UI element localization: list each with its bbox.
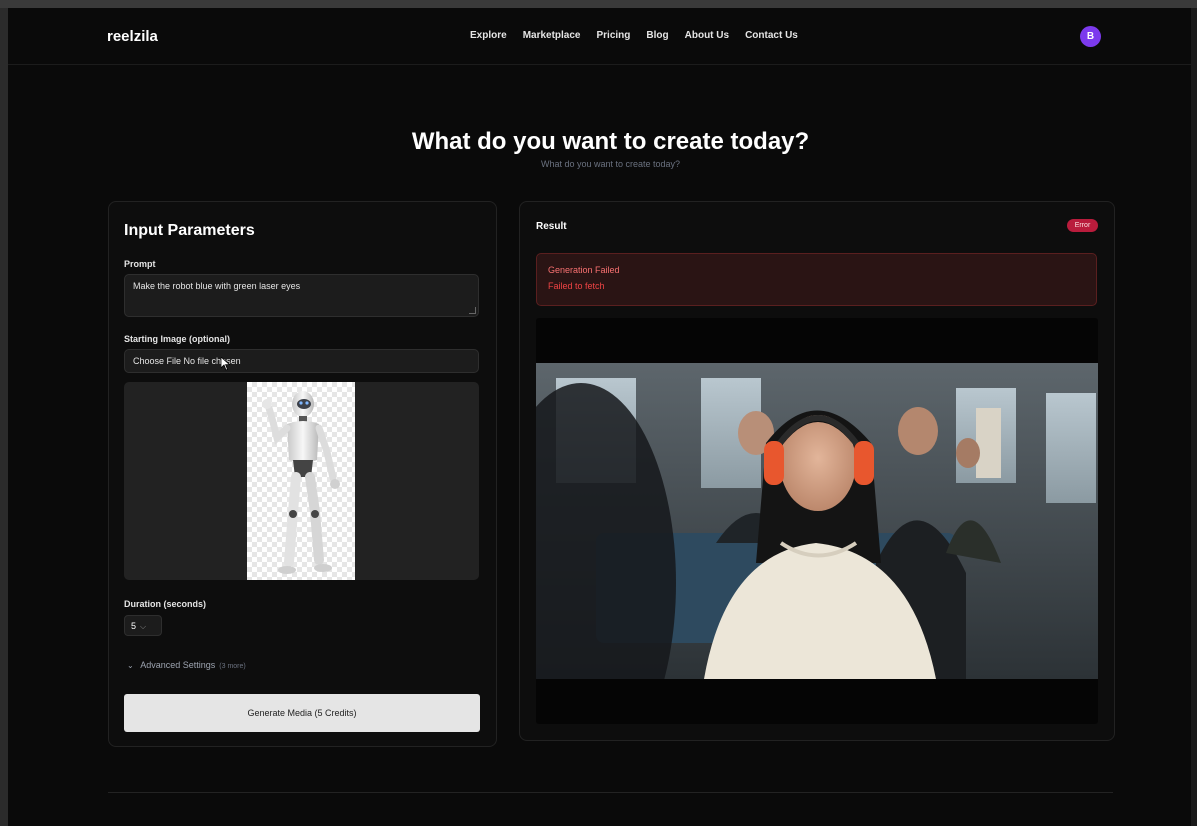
panel-title: Input Parameters bbox=[124, 222, 255, 239]
nav-blog[interactable]: Blog bbox=[646, 30, 668, 41]
page-title: What do you want to create today? bbox=[411, 128, 810, 155]
advanced-settings-label: Advanced Settings bbox=[140, 660, 216, 670]
nav-explore[interactable]: Explore bbox=[470, 30, 507, 41]
starting-image-label: Starting Image (optional) bbox=[124, 334, 231, 344]
duration-label: Duration (seconds) bbox=[124, 599, 207, 609]
result-panel: Result Error Generation Failed Failed to… bbox=[519, 201, 1115, 741]
duration-select[interactable]: 5 ⌵ bbox=[124, 615, 162, 636]
user-avatar[interactable]: B bbox=[1080, 26, 1101, 47]
mouse-cursor-icon bbox=[221, 357, 230, 371]
error-title: Generation Failed bbox=[548, 265, 620, 275]
prompt-text: Make the robot blue with green laser eye… bbox=[133, 281, 301, 291]
site-logo[interactable]: reelzila bbox=[107, 28, 158, 45]
error-message: Failed to fetch bbox=[548, 281, 605, 291]
duration-value: 5 bbox=[131, 621, 137, 631]
advanced-settings-count: (3 more) bbox=[219, 663, 246, 670]
chevron-down-icon: ⌵ bbox=[140, 622, 147, 631]
footer-divider bbox=[108, 792, 1113, 793]
input-parameters-panel: Input Parameters Prompt Make the robot b… bbox=[108, 201, 497, 747]
result-media-viewer[interactable] bbox=[536, 318, 1098, 724]
status-badge: Error bbox=[1067, 219, 1098, 232]
chevron-down-icon: ⌄ bbox=[127, 661, 134, 670]
resize-handle-icon[interactable] bbox=[469, 307, 476, 314]
prompt-label: Prompt bbox=[124, 259, 156, 269]
advanced-settings-toggle[interactable]: ⌄ Advanced Settings (3 more) bbox=[127, 660, 246, 670]
nav-about-us[interactable]: About Us bbox=[685, 30, 729, 41]
main-nav: Explore Marketplace Pricing Blog About U… bbox=[470, 30, 798, 41]
file-input[interactable]: Choose File No file chosen bbox=[124, 349, 479, 373]
generate-media-button[interactable]: Generate Media (5 Credits) bbox=[124, 694, 480, 732]
nav-contact-us[interactable]: Contact Us bbox=[745, 30, 798, 41]
image-preview bbox=[124, 382, 479, 580]
result-video-frame bbox=[536, 363, 1098, 679]
nav-pricing[interactable]: Pricing bbox=[597, 30, 631, 41]
window-top-strip bbox=[0, 0, 1197, 8]
robot-image bbox=[262, 391, 340, 574]
error-alert: Generation Failed Failed to fetch bbox=[536, 253, 1097, 306]
choose-file-button[interactable]: Choose File bbox=[133, 356, 181, 366]
result-title: Result bbox=[536, 221, 567, 232]
prompt-textarea[interactable]: Make the robot blue with green laser eye… bbox=[124, 274, 479, 317]
nav-marketplace[interactable]: Marketplace bbox=[523, 30, 581, 41]
file-status-text: No file chosen bbox=[183, 356, 241, 366]
page-subtitle: What do you want to create today? bbox=[540, 159, 681, 169]
site-header: reelzila Explore Marketplace Pricing Blo… bbox=[8, 8, 1191, 65]
